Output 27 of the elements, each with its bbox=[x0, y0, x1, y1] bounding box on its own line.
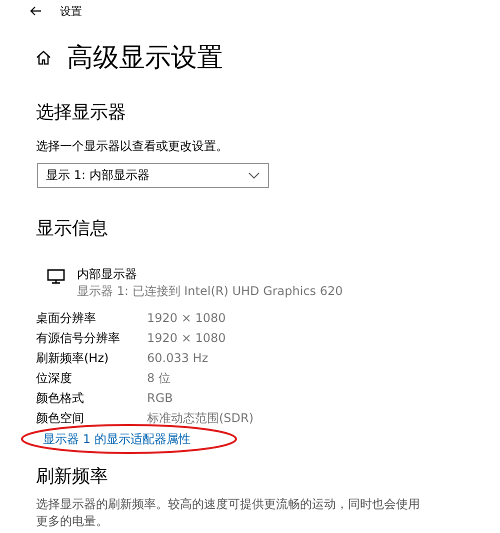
monitor-icon bbox=[47, 269, 65, 284]
info-label: 刷新频率(Hz) bbox=[36, 350, 110, 366]
info-label: 位深度 bbox=[36, 370, 73, 386]
info-value: 1920 × 1080 bbox=[147, 311, 226, 325]
info-value: RGB bbox=[147, 391, 173, 405]
info-value: 标准动态范围(SDR) bbox=[147, 410, 254, 426]
section-heading: 显示信息 bbox=[36, 217, 109, 240]
info-value: 60.033 Hz bbox=[147, 351, 208, 365]
section-description: 选择显示器的刷新频率。较高的速度可提供更流畅的运动，同时也会使用更多的电量。 bbox=[36, 496, 421, 530]
section-description: 选择一个显示器以查看或更改设置。 bbox=[36, 138, 229, 155]
adapter-properties-link[interactable]: 显示器 1 的显示适配器属性 bbox=[43, 431, 190, 448]
info-label: 颜色空间 bbox=[36, 410, 85, 426]
info-value: 8 位 bbox=[147, 370, 170, 386]
info-value: 1920 × 1080 bbox=[147, 331, 226, 345]
chevron-down-icon bbox=[248, 172, 260, 179]
info-label: 桌面分辨率 bbox=[36, 310, 97, 326]
header-title: 设置 bbox=[60, 4, 82, 18]
display-dropdown[interactable]: 显示 1: 内部显示器 bbox=[37, 163, 269, 188]
info-label: 有源信号分辨率 bbox=[36, 330, 121, 346]
info-label: 颜色格式 bbox=[36, 390, 85, 406]
section-heading: 刷新频率 bbox=[36, 465, 109, 488]
section-heading: 选择显示器 bbox=[36, 101, 127, 124]
monitor-name: 内部显示器 bbox=[77, 266, 138, 283]
page-title: 高级显示设置 bbox=[67, 42, 223, 74]
back-icon[interactable] bbox=[30, 6, 42, 16]
home-icon[interactable] bbox=[36, 50, 51, 64]
monitor-detail: 显示器 1: 已连接到 Intel(R) UHD Graphics 620 bbox=[77, 283, 343, 300]
